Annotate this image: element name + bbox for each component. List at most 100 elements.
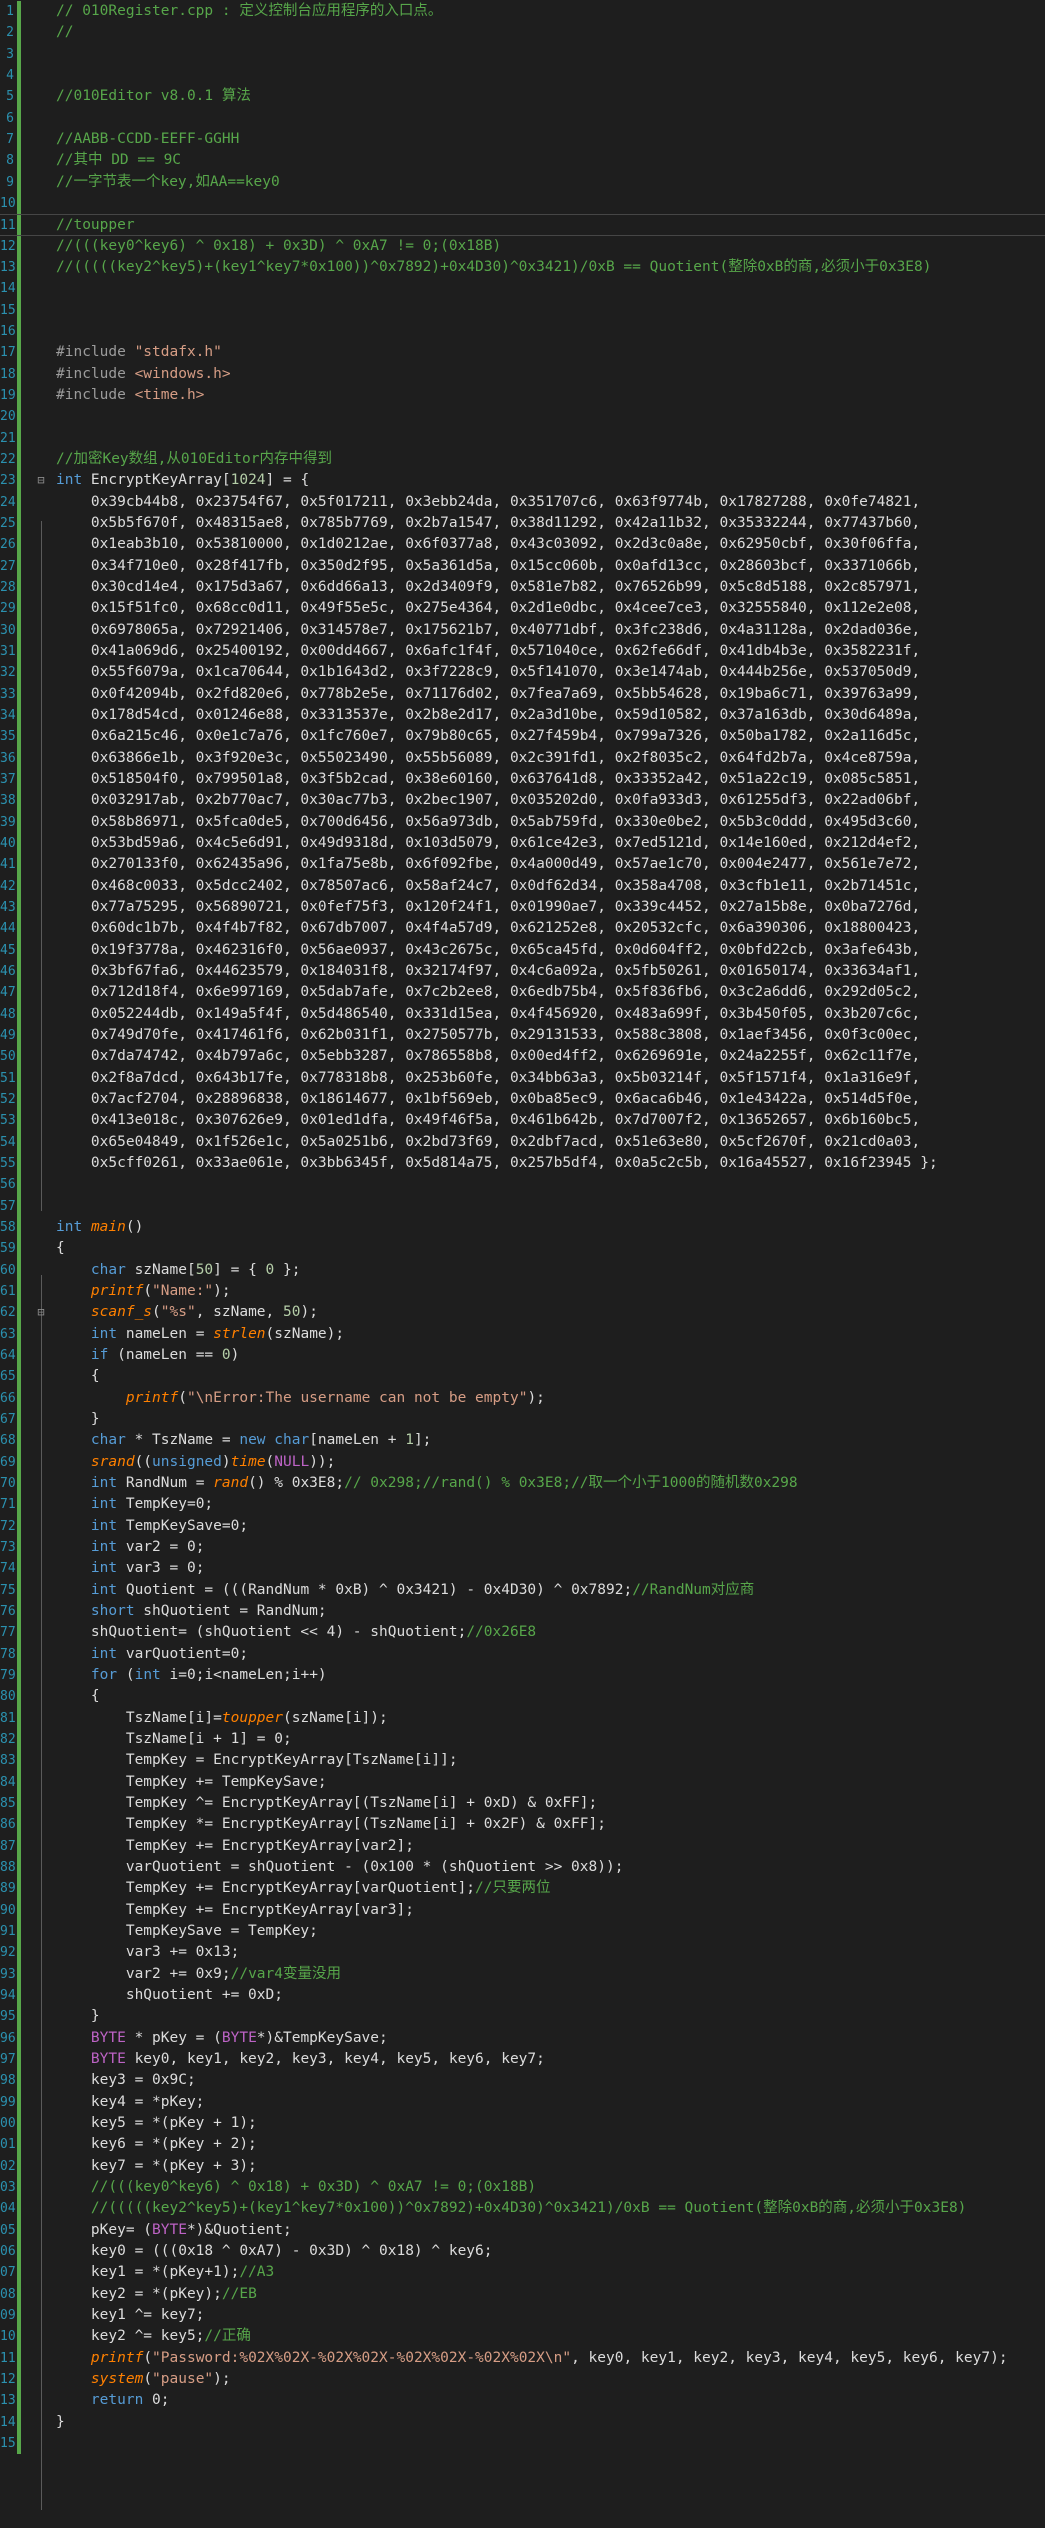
code-line[interactable]: 1 // 010Register.cpp : 定义控制台应用程序的入口点。 xyxy=(0,1,1045,23)
code-line[interactable]: 17 #include "stdafx.h" xyxy=(0,342,1045,364)
code-line[interactable]: 87 TempKey += EncryptKeyArray[var2]; xyxy=(0,1835,1045,1857)
code-line[interactable]: 80 { xyxy=(0,1686,1045,1708)
code-line[interactable]: 13 return 0; xyxy=(0,2390,1045,2412)
code-line[interactable]: 13 //(((((key2^key5)+(key1^key7*0x100))^0… xyxy=(0,257,1045,279)
code-line[interactable]: 83 TempKey = EncryptKeyArray[TszName[i]]… xyxy=(0,1750,1045,1772)
code-line[interactable]: 19 #include <time.h> xyxy=(0,385,1045,407)
code-line[interactable]: 69 srand((unsigned)time(NULL)); xyxy=(0,1451,1045,1473)
code-line[interactable]: 07 key1 = *(pKey+1);//A3 xyxy=(0,2262,1045,2284)
code-line[interactable]: 70 int RandNum = rand() % 0x3E8;// 0x298… xyxy=(0,1473,1045,1495)
code-line[interactable]: 45 0x19f3778a, 0x462316f0, 0x56ae0937, 0… xyxy=(0,939,1045,961)
code-line[interactable]: 12 system("pause"); xyxy=(0,2369,1045,2391)
fold-toggle-icon[interactable]: ⊟ xyxy=(31,470,51,491)
code-line[interactable]: 82 TszName[i + 1] = 0; xyxy=(0,1729,1045,1751)
code-line[interactable]: 99 key4 = *pKey; xyxy=(0,2091,1045,2113)
code-line[interactable]: 55 0x5cff0261, 0x33ae061e, 0x3bb6345f, 0… xyxy=(0,1153,1045,1175)
code-line[interactable]: 28 0x30cd14e4, 0x175d3a67, 0x6dd66a13, 0… xyxy=(0,577,1045,599)
code-line[interactable]: 79 for (int i=0;i<nameLen;i++) xyxy=(0,1665,1045,1687)
code-line[interactable]: 10 xyxy=(0,193,1045,215)
fold-toggle-icon[interactable]: ⊟ xyxy=(31,1302,51,1323)
code-line[interactable]: 16 xyxy=(0,321,1045,343)
code-line[interactable]: 73 int var2 = 0; xyxy=(0,1537,1045,1559)
code-line[interactable]: 15 xyxy=(0,2433,1045,2455)
code-line[interactable]: 47 0x712d18f4, 0x6e997169, 0x5dab7afe, 0… xyxy=(0,982,1045,1004)
code-line[interactable]: 40 0x53bd59a6, 0x4c5e6d91, 0x49d9318d, 0… xyxy=(0,833,1045,855)
code-line[interactable]: 18 #include <windows.h> xyxy=(0,363,1045,385)
code-line[interactable]: 08 key2 = *(pKey);//EB xyxy=(0,2283,1045,2305)
code-line[interactable]: 06 key0 = (((0x18 ^ 0xA7) - 0x3D) ^ 0x18… xyxy=(0,2241,1045,2263)
code-line[interactable]: 85 TempKey ^= EncryptKeyArray[(TszName[i… xyxy=(0,1793,1045,1815)
code-line[interactable]: 02 key7 = *(pKey + 3); xyxy=(0,2155,1045,2177)
code-line[interactable]: 46 0x3bf67fa6, 0x44623579, 0x184031f8, 0… xyxy=(0,961,1045,983)
code-line[interactable]: 95 } xyxy=(0,2006,1045,2028)
code-line[interactable]: 24 0x39cb44b8, 0x23754f67, 0x5f017211, 0… xyxy=(0,491,1045,513)
code-line[interactable]: 11 //toupper xyxy=(0,214,1045,236)
code-line[interactable]: 38 0x032917ab, 0x2b770ac7, 0x30ac77b3, 0… xyxy=(0,790,1045,812)
code-line[interactable]: 05 pKey= (BYTE*)&Quotient; xyxy=(0,2219,1045,2241)
code-line[interactable]: 71 int TempKey=0; xyxy=(0,1494,1045,1516)
code-line[interactable]: 8 //其中 DD == 9C xyxy=(0,150,1045,172)
code-line[interactable]: 66 printf("\nError:The username can not … xyxy=(0,1387,1045,1409)
code-line[interactable]: 53 0x413e018c, 0x307626e9, 0x01ed1dfa, 0… xyxy=(0,1110,1045,1132)
code-line[interactable]: 20 xyxy=(0,406,1045,428)
code-line[interactable]: 75 int Quotient = (((RandNum * 0xB) ^ 0x… xyxy=(0,1579,1045,1601)
code-line[interactable]: 4 xyxy=(0,65,1045,87)
code-line[interactable]: 89 TempKey += EncryptKeyArray[varQuotien… xyxy=(0,1878,1045,1900)
code-line[interactable]: 35 0x6a215c46, 0x0e1c7a76, 0x1fc760e7, 0… xyxy=(0,726,1045,748)
code-line[interactable]: 78 int varQuotient=0; xyxy=(0,1643,1045,1665)
code-line[interactable]: 68 char * TszName = new char[nameLen + 1… xyxy=(0,1430,1045,1452)
code-line[interactable]: 14} xyxy=(0,2411,1045,2433)
code-line[interactable]: 92 var3 += 0x13; xyxy=(0,1942,1045,1964)
code-line[interactable]: 63 int nameLen = strlen(szName); xyxy=(0,1323,1045,1345)
code-line[interactable]: 01 key6 = *(pKey + 2); xyxy=(0,2134,1045,2156)
code-line[interactable]: 5 //010Editor v8.0.1 算法 xyxy=(0,86,1045,108)
code-line[interactable]: 9 //一字节表一个key,如AA==key0 xyxy=(0,171,1045,193)
code-line[interactable]: 6 xyxy=(0,107,1045,129)
code-line[interactable]: 84 TempKey += TempKeySave; xyxy=(0,1771,1045,1793)
code-line[interactable]: 76 short shQuotient = RandNum; xyxy=(0,1601,1045,1623)
code-line[interactable]: 65 { xyxy=(0,1366,1045,1388)
code-line[interactable]: 23 ⊟ int EncryptKeyArray[1024] = { xyxy=(0,470,1045,492)
code-line[interactable]: 98 key3 = 0x9C; xyxy=(0,2070,1045,2092)
code-line[interactable]: 90 TempKey += EncryptKeyArray[var3]; xyxy=(0,1899,1045,1921)
code-line[interactable]: 88 varQuotient = shQuotient - (0x100 * (… xyxy=(0,1857,1045,1879)
code-line[interactable]: 52 0x7acf2704, 0x28896838, 0x18614677, 0… xyxy=(0,1089,1045,1111)
code-line[interactable]: 21 xyxy=(0,427,1045,449)
code-line[interactable]: 50 0x7da74742, 0x4b797a6c, 0x5ebb3287, 0… xyxy=(0,1046,1045,1068)
code-line[interactable]: 36 0x63866e1b, 0x3f920e3c, 0x55023490, 0… xyxy=(0,747,1045,769)
code-line[interactable]: 09 key1 ^= key7; xyxy=(0,2305,1045,2327)
code-line[interactable]: 10 key2 ^= key5;//正确 xyxy=(0,2326,1045,2348)
code-line[interactable]: 74 int var3 = 0; xyxy=(0,1558,1045,1580)
code-line[interactable]: 03 //(((key0^key6) ^ 0x18) + 0x3D) ^ 0xA… xyxy=(0,2177,1045,2199)
code-line[interactable]: 60 char szName[50] = { 0 }; xyxy=(0,1259,1045,1281)
code-line[interactable]: 00 key5 = *(pKey + 1); xyxy=(0,2113,1045,2135)
code-line[interactable]: 41 0x270133f0, 0x62435a96, 0x1fa75e8b, 0… xyxy=(0,854,1045,876)
code-line[interactable]: 49 0x749d70fe, 0x417461f6, 0x62b031f1, 0… xyxy=(0,1025,1045,1047)
code-line[interactable]: 64 if (nameLen == 0) xyxy=(0,1345,1045,1367)
code-line[interactable]: 77 shQuotient= (shQuotient << 4) - shQuo… xyxy=(0,1622,1045,1644)
code-line[interactable]: 51 0x2f8a7dcd, 0x643b17fe, 0x778318b8, 0… xyxy=(0,1067,1045,1089)
code-line[interactable]: 04 //(((((key2^key5)+(key1^key7*0x100))^… xyxy=(0,2198,1045,2220)
code-line[interactable]: 48 0x052244db, 0x149a5f4f, 0x5d486540, 0… xyxy=(0,1003,1045,1025)
code-line[interactable]: 3 xyxy=(0,43,1045,65)
code-line[interactable]: 44 0x60dc1b7b, 0x4f4b7f82, 0x67db7007, 0… xyxy=(0,918,1045,940)
code-line[interactable]: 37 0x518504f0, 0x799501a8, 0x3f5b2cad, 0… xyxy=(0,769,1045,791)
code-line[interactable]: 56 xyxy=(0,1174,1045,1196)
code-line[interactable]: 67 } xyxy=(0,1409,1045,1431)
code-line[interactable]: 7 //AABB-CCDD-EEFF-GGHH xyxy=(0,129,1045,151)
code-line[interactable]: 61 printf("Name:"); xyxy=(0,1281,1045,1303)
code-line[interactable]: 32 0x55f6079a, 0x1ca70644, 0x1b1643d2, 0… xyxy=(0,662,1045,684)
code-line[interactable]: 81 TszName[i]=toupper(szName[i]); xyxy=(0,1707,1045,1729)
code-line[interactable]: 15 xyxy=(0,299,1045,321)
code-line[interactable]: 14 xyxy=(0,278,1045,300)
code-line[interactable]: 2 // xyxy=(0,22,1045,44)
code-line[interactable]: 91 TempKeySave = TempKey; xyxy=(0,1921,1045,1943)
code-line[interactable]: 72 int TempKeySave=0; xyxy=(0,1515,1045,1537)
code-line[interactable]: 59 { xyxy=(0,1238,1045,1260)
code-line[interactable]: 93 var2 += 0x9;//var4变量没用 xyxy=(0,1963,1045,1985)
code-line[interactable]: 12 //(((key0^key6) ^ 0x18) + 0x3D) ^ 0xA7… xyxy=(0,235,1045,257)
code-line[interactable]: 62 ⊟ scanf_s("%s", szName, 50); xyxy=(0,1302,1045,1324)
code-editor[interactable]: 1 // 010Register.cpp : 定义控制台应用程序的入口点。 2 // 3… xyxy=(0,0,1045,2528)
code-line[interactable]: 25 0x5b5f670f, 0x48315ae8, 0x785b7769, 0… xyxy=(0,513,1045,535)
code-line[interactable]: 54 0x65e04849, 0x1f526e1c, 0x5a0251b6, 0… xyxy=(0,1131,1045,1153)
